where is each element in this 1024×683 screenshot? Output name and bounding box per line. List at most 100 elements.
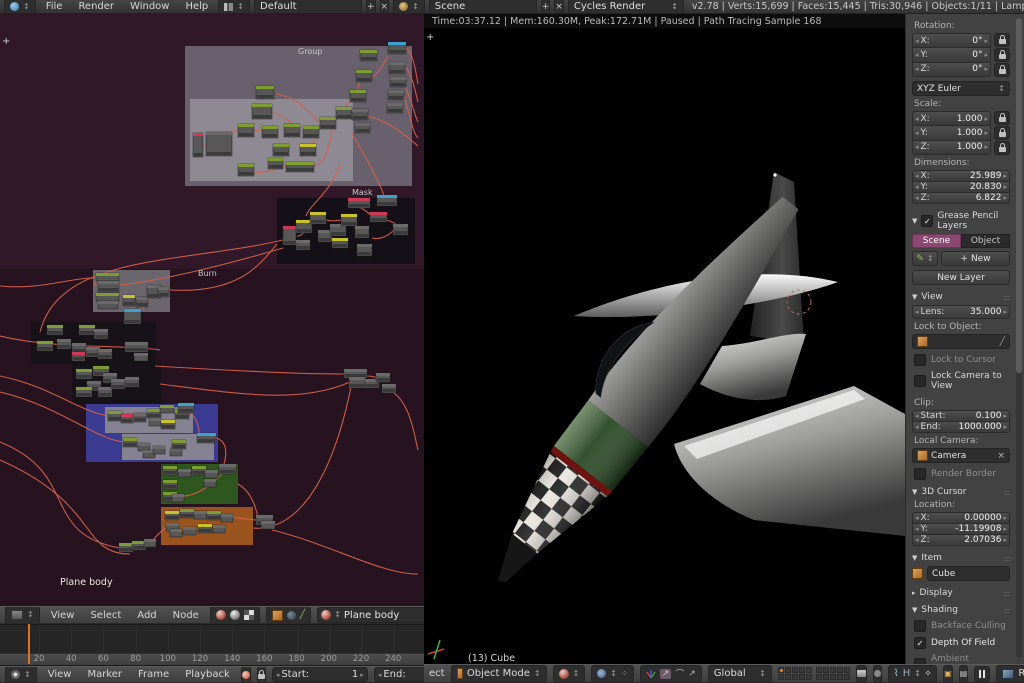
- node-menu-view[interactable]: View: [46, 610, 80, 621]
- menu-file[interactable]: File: [40, 1, 69, 12]
- shader-node[interactable]: [350, 90, 366, 102]
- shader-node[interactable]: [123, 438, 137, 447]
- scale-x-field[interactable]: ◂X:1.000▸: [912, 111, 991, 126]
- shader-node[interactable]: [219, 464, 236, 474]
- shader-node[interactable]: [355, 123, 370, 133]
- backface-culling-row[interactable]: ✓Backface Culling: [914, 620, 1010, 632]
- shader-node[interactable]: [356, 70, 372, 82]
- shader-node[interactable]: [296, 220, 312, 233]
- texture-shader-icon[interactable]: [244, 610, 254, 620]
- shader-context-buttons[interactable]: ╱: [266, 606, 311, 624]
- shader-node[interactable]: [76, 369, 92, 379]
- region-expand-icon[interactable]: +: [426, 32, 434, 43]
- manipulator-buttons[interactable]: ↗ ⌒ ↗: [640, 665, 702, 683]
- shader-node[interactable]: [303, 126, 319, 138]
- shader-node[interactable]: [238, 124, 254, 137]
- shader-node[interactable]: [238, 164, 254, 176]
- grease-pencil-section-header[interactable]: ▼✓Grease Pencil Layers: [912, 211, 1010, 231]
- shader-node[interactable]: [310, 212, 326, 224]
- shader-node[interactable]: [144, 539, 156, 547]
- shader-node[interactable]: [160, 405, 174, 413]
- grease-pencil-checkbox[interactable]: ✓: [921, 215, 933, 227]
- shader-node[interactable]: [163, 466, 177, 475]
- dimensions-y-field[interactable]: ◂Y:20.830▸: [912, 182, 1010, 193]
- shader-node[interactable]: [376, 373, 390, 382]
- eyedropper-icon[interactable]: ╱: [1000, 337, 1005, 347]
- lock-to-cursor-row[interactable]: ✓Lock to Cursor: [914, 354, 1010, 366]
- object-context-icon[interactable]: [272, 610, 283, 621]
- shader-node[interactable]: [192, 466, 206, 475]
- shader-node[interactable]: [382, 384, 396, 393]
- shader-node[interactable]: [198, 524, 212, 533]
- view-section-header[interactable]: ▼View::::: [912, 292, 1010, 302]
- material-name-field[interactable]: Plane body: [344, 610, 399, 621]
- shader-node[interactable]: [147, 409, 161, 418]
- shader-node[interactable]: [125, 377, 139, 387]
- cursor-section-header[interactable]: ▼3D Cursor::::: [912, 487, 1010, 497]
- shader-node[interactable]: [268, 158, 283, 169]
- shader-node[interactable]: [153, 446, 165, 454]
- shader-node[interactable]: [213, 525, 225, 533]
- shader-node[interactable]: [204, 479, 216, 487]
- tab-object[interactable]: Object: [961, 234, 1010, 248]
- shader-node[interactable]: [387, 103, 403, 113]
- shader-node[interactable]: [256, 86, 274, 99]
- node-graph-canvas[interactable]: GroupBurnMask: [0, 14, 424, 606]
- rotation-y-field[interactable]: ◂Y:0°▸: [912, 48, 991, 62]
- viewport-shading-select[interactable]: ↕: [553, 665, 586, 683]
- shader-node[interactable]: [57, 339, 71, 349]
- properties-panel[interactable]: Rotation: ◂X:0°▸ ◂Y:0°▸ ◂Z:0°▸ XYZ Euler…: [905, 14, 1024, 664]
- shader-node[interactable]: [284, 124, 300, 137]
- render-layer-select[interactable]: RenderLayer: [996, 665, 1024, 683]
- shader-node[interactable]: [283, 226, 296, 245]
- rotation-y-lock[interactable]: [994, 48, 1010, 62]
- shader-node[interactable]: [98, 387, 112, 397]
- shader-node[interactable]: [98, 349, 112, 359]
- editor-type-button[interactable]: ↕: [5, 606, 40, 624]
- timeline-canvas[interactable]: [0, 624, 424, 654]
- gp-source-tabs[interactable]: Scene Object: [912, 234, 1010, 248]
- tl-menu-playback[interactable]: Playback: [180, 669, 235, 680]
- clip-end-field[interactable]: ◂End:1000.000▸: [912, 422, 1010, 433]
- viewport-3d[interactable]: Time:03:37.12 | Mem:160.30M, Peak:172.71…: [424, 14, 905, 664]
- scale-manipulator-icon[interactable]: ↗: [688, 669, 696, 679]
- shader-node[interactable]: [111, 379, 125, 389]
- lock-to-object-field[interactable]: ╱: [912, 334, 1010, 349]
- rotation-z-field[interactable]: ◂Z:0°▸: [912, 63, 991, 77]
- menu-render[interactable]: Render: [72, 1, 120, 12]
- tl-menu-frame[interactable]: Frame: [133, 669, 174, 680]
- clear-icon[interactable]: ×: [997, 451, 1005, 461]
- shader-node[interactable]: [47, 325, 63, 335]
- shader-node[interactable]: [296, 240, 310, 250]
- shader-node[interactable]: [352, 109, 368, 120]
- shader-node[interactable]: [332, 238, 348, 248]
- shader-node[interactable]: [161, 420, 175, 429]
- tl-menu-marker[interactable]: Marker: [82, 669, 127, 680]
- lock-to-cursor-checkbox[interactable]: ✓: [914, 354, 926, 366]
- screen-layout-icon-button[interactable]: ↕: [218, 0, 250, 14]
- region-expand-icon[interactable]: +: [2, 36, 10, 47]
- timeline-ruler[interactable]: 20406080100120140160180200220240: [0, 653, 424, 665]
- scale-y-field[interactable]: ◂Y:1.000▸: [912, 126, 991, 140]
- rotation-x-field[interactable]: ◂X:0°▸: [912, 33, 991, 48]
- shader-node[interactable]: [194, 511, 207, 519]
- local-camera-field[interactable]: Camera×: [912, 448, 1010, 463]
- shader-node[interactable]: [94, 329, 108, 339]
- lock-to-scene-button[interactable]: [856, 665, 867, 683]
- rotation-z-lock[interactable]: [994, 63, 1010, 77]
- shader-node[interactable]: [286, 162, 314, 172]
- shader-type-buttons[interactable]: [210, 606, 260, 624]
- shader-node[interactable]: [388, 90, 404, 100]
- cursor-y-field[interactable]: ◂Y:-11.19908▸: [912, 524, 1010, 535]
- shader-node[interactable]: [136, 297, 148, 307]
- scene-delete-button[interactable]: ×: [554, 0, 564, 14]
- shader-node[interactable]: [221, 514, 233, 522]
- ambient-occlusion-row[interactable]: ✓Ambient Occlusion: [914, 654, 1010, 664]
- shader-node[interactable]: [207, 511, 221, 520]
- proportional-edit-button[interactable]: [873, 665, 882, 683]
- world-shader-icon[interactable]: [230, 610, 240, 620]
- shader-node[interactable]: [134, 353, 148, 361]
- item-section-header[interactable]: ▼Item::::: [912, 553, 1010, 563]
- render-opengl-button[interactable]: ▣: [943, 665, 953, 683]
- shader-node[interactable]: [172, 494, 184, 502]
